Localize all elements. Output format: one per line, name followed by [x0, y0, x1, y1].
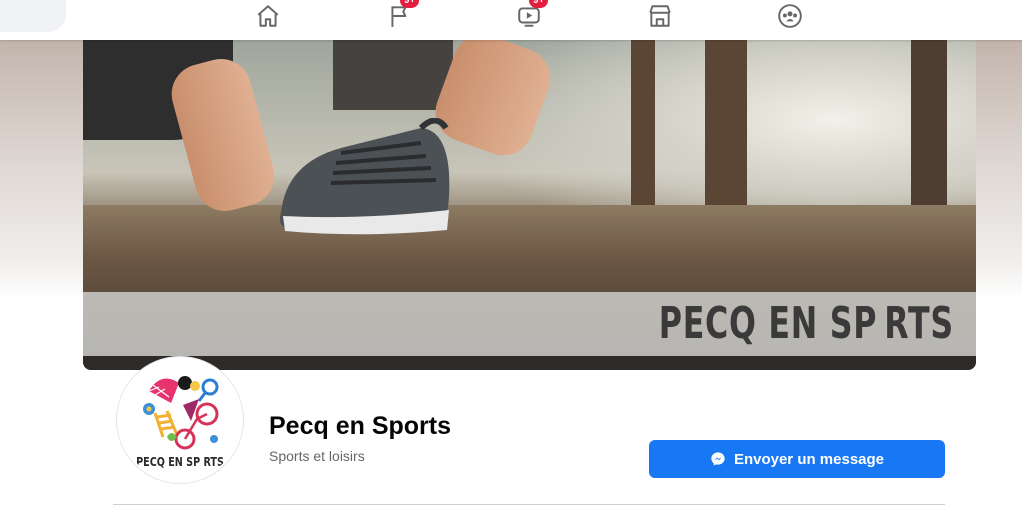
nav-groups[interactable] — [774, 0, 806, 32]
tree-trunk — [911, 40, 947, 218]
page-title[interactable]: Pecq en Sports — [269, 412, 451, 441]
shoe-illustration — [279, 118, 450, 235]
messenger-icon — [711, 452, 725, 466]
page: 9+ 9+ PECQ EN SP RTS PECQ EN SP RTS Pecq… — [0, 0, 1022, 506]
watch-notification-badge: 9+ — [529, 0, 549, 8]
cover-title: PECQ EN SP RTS — [658, 298, 954, 349]
page-category[interactable]: Sports et loisirs — [269, 448, 365, 464]
nav-watch[interactable]: 9+ — [513, 0, 549, 32]
marketplace-icon — [649, 5, 671, 27]
groups-icon — [778, 4, 802, 28]
search-field[interactable] — [0, 0, 66, 32]
runner-arm — [164, 52, 282, 218]
send-message-button[interactable]: Envoyer un message — [649, 440, 945, 478]
avatar[interactable]: PECQ EN SP RTS — [117, 357, 243, 483]
nav-marketplace[interactable] — [644, 0, 676, 32]
tree-trunk — [705, 40, 747, 205]
runner-leg — [333, 40, 453, 110]
home-icon — [257, 5, 279, 27]
tree-trunk — [631, 40, 655, 210]
send-message-label: Envoyer un message — [733, 450, 885, 468]
pages-notification-badge: 9+ — [400, 0, 420, 8]
nav-pages[interactable]: 9+ — [384, 0, 420, 32]
avatar-label: PECQ EN SP RTS — [136, 455, 224, 469]
cover-photo[interactable]: PECQ EN SP RTS — [83, 40, 976, 370]
divider — [113, 504, 945, 505]
nav-home[interactable] — [252, 0, 284, 32]
top-navigation-bar: 9+ 9+ — [0, 0, 1022, 40]
